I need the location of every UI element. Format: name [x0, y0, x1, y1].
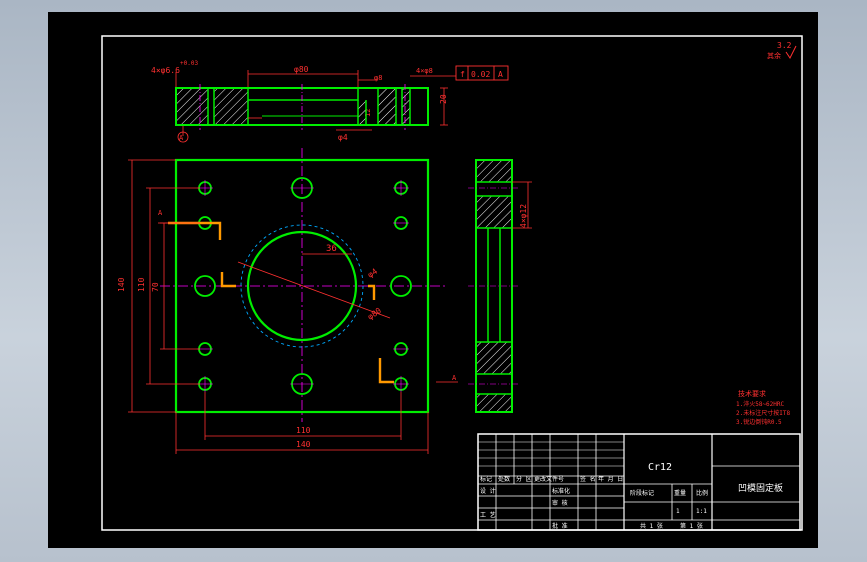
sheet-number: 第 1 张 — [680, 522, 703, 530]
stage-label: 阶段标记 — [630, 489, 654, 497]
hdr-zone: 分 区 — [516, 475, 532, 483]
material: Cr12 — [648, 462, 672, 473]
hdr-change-doc: 更改文件号 — [534, 475, 564, 483]
flatness-datum: A — [498, 70, 503, 79]
dim-side-holes: 4×φ12 — [519, 204, 528, 228]
dim-small-dia: φ4 — [338, 133, 348, 142]
cad-drawing: 3.2 其余 4×φ6.6 +0.03 φ80 φ8 4×φ8 f 0.02 A — [48, 12, 818, 548]
dim-top-holes-tol: +0.03 — [180, 60, 198, 67]
roughness-value: 3.2 — [777, 41, 792, 50]
scale-label: 比例 — [696, 489, 708, 497]
review-label: 审 核 — [552, 499, 568, 507]
quantity-value: 1 — [676, 508, 680, 515]
process-label: 工 艺 — [480, 511, 496, 519]
tech-req-title: 技术要求 — [738, 389, 766, 398]
dim-top-holes2: 4×φ8 — [416, 67, 433, 75]
tech-req-item-3: 3.锐边倒钝R0.5 — [736, 418, 782, 426]
dim-top-holes: 4×φ6.6 — [151, 66, 180, 75]
flatness-value: 0.02 — [471, 70, 490, 79]
dim-top-dia8: φ8 — [374, 74, 382, 82]
design-label: 设 计 — [480, 487, 496, 495]
hdr-sign: 签 名 — [580, 475, 596, 483]
dim-top-dia80: φ80 — [294, 65, 309, 74]
hdr-date: 年 月 日 — [598, 475, 623, 483]
tech-req-item-2: 2.未标注尺寸按IT8 — [736, 409, 790, 417]
scale-value: 1:1 — [696, 508, 707, 515]
part-name: 凹模固定板 — [738, 482, 783, 494]
dim-radius: 36 — [326, 244, 337, 254]
hdr-mark: 标记 — [480, 475, 492, 483]
dim-h110: 110 — [137, 277, 146, 292]
sheet-background — [48, 12, 818, 548]
dim-thickness: 20 — [439, 94, 448, 104]
weight-label: 重量 — [674, 489, 686, 497]
standard-label: 标准化 — [552, 487, 570, 495]
dim-w140: 140 — [296, 440, 311, 449]
hdr-count: 处数 — [498, 475, 510, 483]
flatness-symbol: f — [460, 70, 465, 79]
dim-w110: 110 — [296, 426, 311, 435]
approve-label: 批 准 — [552, 522, 568, 530]
tech-req-item-1: 1.淬火58~62HRC — [736, 400, 785, 408]
dim-h140: 140 — [117, 277, 126, 292]
roughness-note: 其余 — [767, 51, 781, 60]
dim-h70: 70 — [151, 282, 160, 292]
sheet-count: 共 1 张 — [640, 522, 663, 530]
